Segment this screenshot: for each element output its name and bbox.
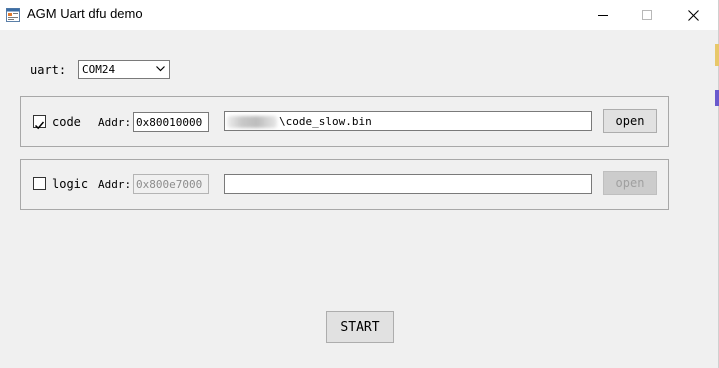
code-addr-label: Addr: (98, 116, 132, 129)
code-open-button[interactable]: open (603, 109, 657, 133)
logic-addr-value: 0x800e7000 (136, 178, 203, 191)
code-addr-value: 0x80010000 (136, 116, 203, 129)
background-window-edge-2 (715, 90, 719, 106)
code-checkbox-label: code (52, 115, 81, 129)
logic-addr-label: Addr: (98, 178, 132, 191)
code-open-label: open (615, 114, 645, 128)
logic-addr-input[interactable]: 0x800e7000 (133, 174, 209, 194)
app-window: AGM Uart dfu demo uart: COM24 code Addr:… (0, 0, 719, 368)
uart-port-select[interactable]: COM24 (78, 60, 170, 79)
logic-open-button[interactable]: open (603, 171, 657, 195)
code-path-value: \code_slow.bin (279, 115, 372, 128)
maximize-icon (642, 10, 652, 20)
chevron-down-icon (156, 66, 165, 72)
close-button[interactable] (670, 0, 716, 30)
close-icon (687, 9, 699, 21)
logic-checkbox-label: logic (52, 177, 89, 191)
title-bar[interactable]: AGM Uart dfu demo (0, 0, 718, 30)
uart-port-value: COM24 (82, 63, 116, 76)
code-checkbox[interactable] (33, 115, 46, 130)
logic-open-label: open (615, 176, 645, 190)
background-window-edge (715, 44, 719, 66)
minimize-icon (598, 15, 608, 16)
logic-checkbox[interactable] (33, 177, 46, 190)
redacted-path-prefix (227, 116, 277, 128)
window-title: AGM Uart dfu demo (27, 6, 143, 21)
start-button[interactable]: START (326, 311, 394, 343)
uart-label: uart: (30, 63, 67, 77)
code-path-input[interactable]: \code_slow.bin (224, 111, 592, 131)
code-addr-input[interactable]: 0x80010000 (133, 112, 209, 132)
logic-path-input[interactable] (224, 174, 592, 194)
minimize-button[interactable] (580, 0, 626, 30)
start-label: START (340, 319, 380, 335)
maximize-button[interactable] (624, 0, 670, 30)
form-icon (6, 7, 20, 22)
checkmark-icon (34, 121, 45, 130)
